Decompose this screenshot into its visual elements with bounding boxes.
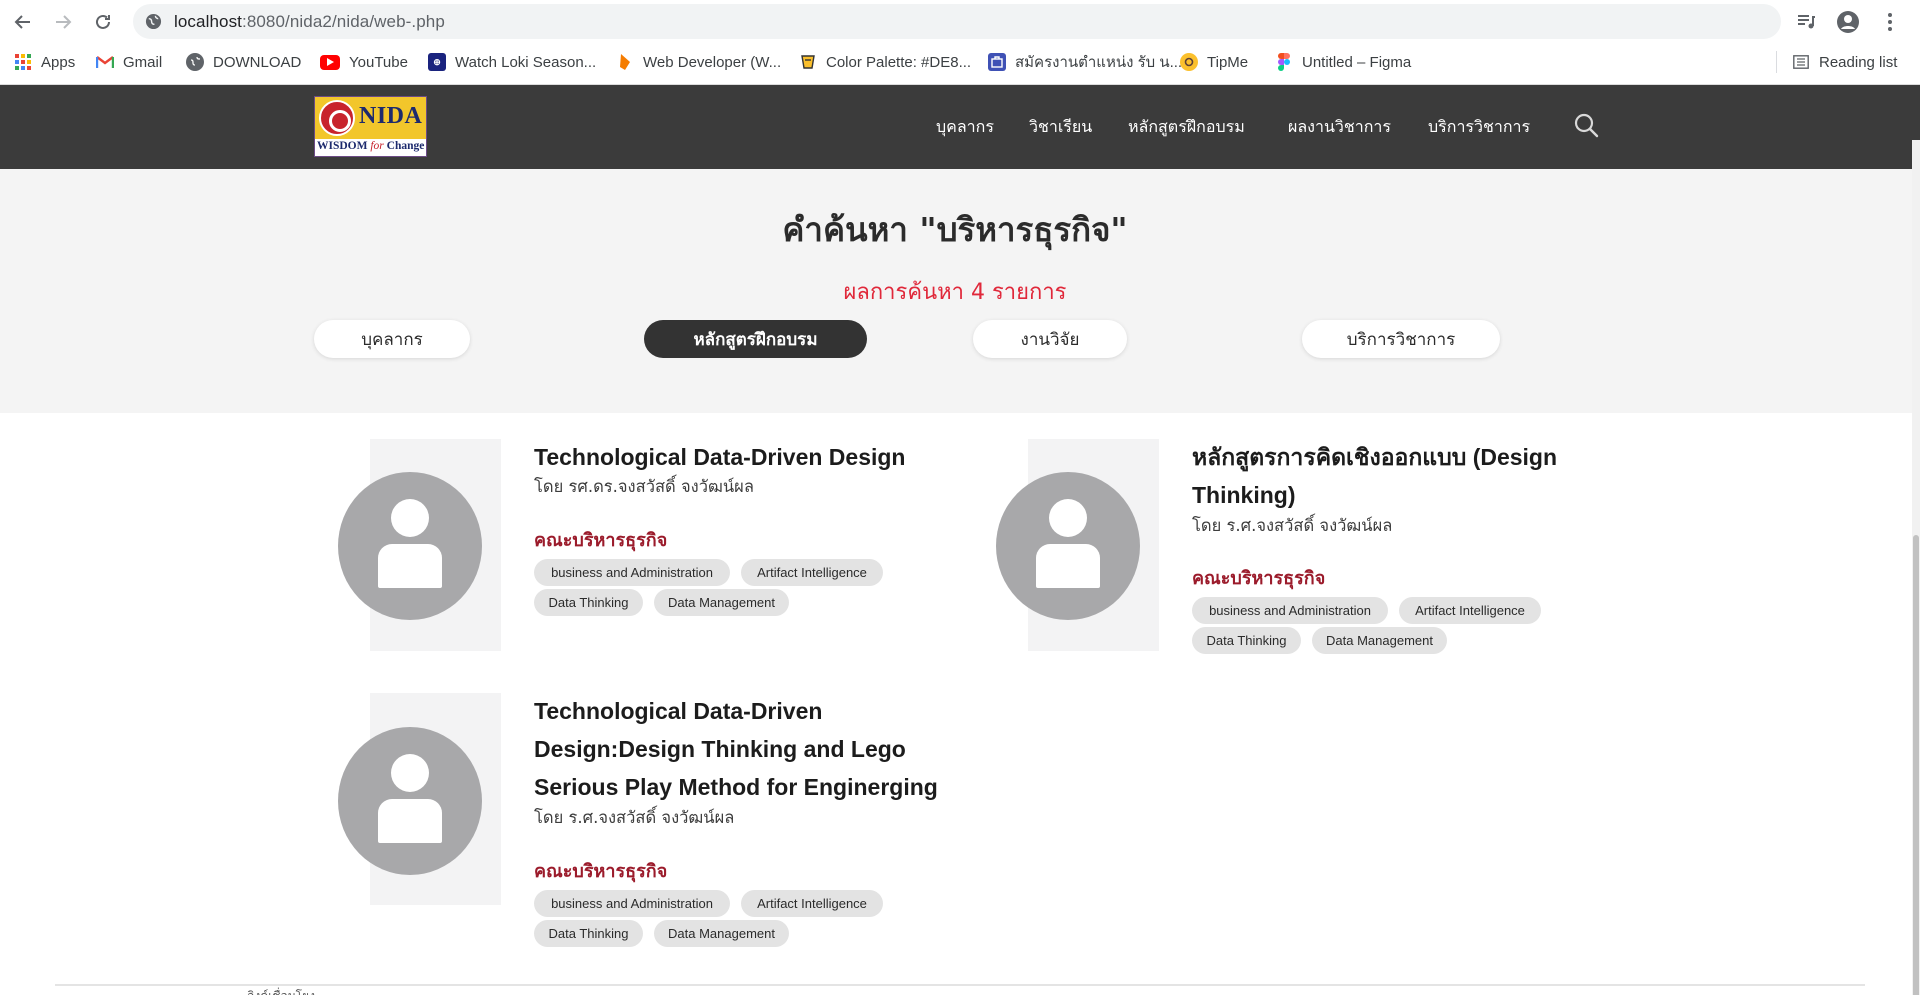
- reading-list-button[interactable]: Reading list: [1792, 50, 1897, 74]
- forward-arrow-icon[interactable]: [49, 8, 77, 36]
- tab-academic-services[interactable]: บริการวิชาการ: [1302, 320, 1500, 358]
- page-title: คำค้นหา "บริหารธุรกิจ": [782, 210, 1128, 249]
- bookmark-label: TipMe: [1207, 53, 1249, 71]
- tag-chip[interactable]: Data Thinking: [1192, 627, 1301, 654]
- site-favicon-icon: ⊕: [428, 53, 446, 71]
- tag-chip[interactable]: business and Administration: [534, 890, 730, 917]
- bookmark-gmail[interactable]: Gmail: [96, 50, 162, 74]
- url-host: localhost: [174, 12, 242, 31]
- bookmark-web-developer[interactable]: Web Developer (W...: [616, 50, 781, 74]
- bookmark-label: Untitled – Figma: [1302, 53, 1412, 71]
- reload-icon[interactable]: [89, 8, 117, 36]
- tab-research[interactable]: งานวิจัย: [973, 320, 1127, 358]
- bookmark-label: Watch Loki Season...: [455, 53, 597, 71]
- tipme-icon: [1180, 53, 1198, 71]
- bookmark-label: DOWNLOAD: [213, 53, 302, 71]
- bookmark-loki[interactable]: ⊕ Watch Loki Season...: [428, 50, 596, 74]
- reading-list-label: Reading list: [1819, 53, 1898, 71]
- tab-training-courses[interactable]: หลักสูตรฝึกอบรม: [644, 320, 867, 358]
- apps-grid-icon: [14, 53, 32, 71]
- footer-heading: ลิงค์เชื่อมโยง: [247, 987, 315, 995]
- url-text: localhost:8080/nida2/nida/web-.php: [174, 12, 445, 32]
- address-bar[interactable]: localhost:8080/nida2/nida/web-.php: [133, 4, 1781, 39]
- site-info-icon[interactable]: [145, 13, 162, 30]
- nav-item-courses[interactable]: วิชาเรียน: [1029, 115, 1092, 140]
- user-avatar-icon: [996, 472, 1140, 620]
- bookmark-youtube[interactable]: YouTube: [320, 50, 408, 74]
- tag-chip[interactable]: Data Thinking: [534, 920, 643, 947]
- bookmark-figma[interactable]: Untitled – Figma: [1275, 50, 1411, 74]
- footer-preview: ลิงค์เชื่อมโยง: [55, 984, 1865, 995]
- nav-item-personnel[interactable]: บุคลากร: [936, 115, 994, 140]
- tag-chip[interactable]: Artifact Intelligence: [741, 890, 883, 917]
- card-author: โดย รศ.ดร.จงสวัสดิ์ จงวัฒน์ผล: [534, 477, 754, 496]
- card-title[interactable]: หลักสูตรการคิดเชิงออกแบบ (Design Thinkin…: [1192, 438, 1592, 514]
- nav-item-academic-works[interactable]: ผลงานวิชาการ: [1288, 115, 1391, 140]
- page-scrollbar[interactable]: [1912, 140, 1920, 995]
- bookmark-color-palette[interactable]: Color Palette: #DE8...: [799, 50, 971, 74]
- globe-icon: [186, 53, 204, 71]
- bookmark-job[interactable]: สมัครงานตำแหน่ง รับ น...: [988, 50, 1182, 74]
- card-faculty: คณะบริหารธุรกิจ: [534, 530, 668, 551]
- user-avatar-icon: [338, 727, 482, 875]
- browser-chrome: localhost:8080/nida2/nida/web-.php Apps: [0, 0, 1920, 85]
- media-control-icon[interactable]: [1792, 8, 1820, 36]
- search-icon[interactable]: [1573, 112, 1599, 138]
- bookmarks-bar: Apps Gmail DOWNLOAD YouTube ⊕ Watch Loki…: [0, 47, 1920, 77]
- site-favicon-icon: [616, 53, 634, 71]
- nida-logo[interactable]: NIDA WISDOM for Change: [314, 96, 427, 157]
- bookmark-label: Gmail: [123, 53, 163, 71]
- tab-personnel[interactable]: บุคลากร: [314, 320, 470, 358]
- tag-chip[interactable]: business and Administration: [1192, 597, 1388, 624]
- tag-chip[interactable]: Artifact Intelligence: [741, 559, 883, 586]
- bookmark-label: YouTube: [349, 53, 408, 71]
- result-count: ผลการค้นหา 4 รายการ: [843, 280, 1067, 305]
- bookmark-label: Color Palette: #DE8...: [826, 53, 972, 71]
- reading-list-icon: [1792, 53, 1810, 71]
- tag-chip[interactable]: Data Management: [654, 589, 789, 616]
- scrollbar-thumb[interactable]: [1913, 535, 1919, 995]
- logo-seal-icon: [319, 100, 355, 136]
- bookmark-label: Web Developer (W...: [643, 53, 782, 71]
- gmail-icon: [96, 53, 114, 71]
- bookmark-label: Apps: [41, 53, 76, 71]
- card-author: โดย ร.ศ.จงสวัสดิ์ จงวัฒน์ผล: [534, 808, 735, 827]
- bookmarks-divider: [1776, 51, 1777, 73]
- user-avatar-icon: [338, 472, 482, 620]
- bookmark-download[interactable]: DOWNLOAD: [186, 50, 301, 74]
- bookmark-apps[interactable]: Apps: [14, 50, 75, 74]
- site-favicon-icon: [799, 53, 817, 71]
- card-title[interactable]: Technological Data-Driven Design:Design …: [534, 692, 954, 806]
- tag-chip[interactable]: Artifact Intelligence: [1399, 597, 1541, 624]
- youtube-icon: [320, 54, 340, 70]
- tag-chip[interactable]: Data Management: [654, 920, 789, 947]
- site-favicon-icon: [988, 53, 1006, 71]
- bookmark-tipme[interactable]: TipMe: [1180, 50, 1248, 74]
- figma-icon: [1275, 53, 1293, 71]
- logo-tagline: WISDOM for Change: [317, 140, 424, 152]
- profile-avatar-icon[interactable]: [1834, 8, 1862, 36]
- url-path: :8080/nida2/nida/web-.php: [242, 12, 445, 31]
- card-faculty: คณะบริหารธุรกิจ: [1192, 568, 1326, 589]
- tag-chip[interactable]: Data Thinking: [534, 589, 643, 616]
- logo-name: NIDA: [359, 103, 423, 129]
- card-title[interactable]: Technological Data-Driven Design: [534, 438, 954, 476]
- back-arrow-icon[interactable]: [9, 8, 37, 36]
- tag-chip[interactable]: business and Administration: [534, 559, 730, 586]
- card-faculty: คณะบริหารธุรกิจ: [534, 861, 668, 882]
- nav-item-academic-services[interactable]: บริการวิชาการ: [1428, 115, 1530, 140]
- tag-chip[interactable]: Data Management: [1312, 627, 1447, 654]
- kebab-menu-icon[interactable]: [1876, 8, 1904, 36]
- logo-tagline-part: Change: [383, 140, 425, 152]
- card-author: โดย ร.ศ.จงสวัสดิ์ จงวัฒน์ผล: [1192, 516, 1393, 535]
- logo-tagline-part: WISDOM: [317, 140, 371, 152]
- nav-item-training[interactable]: หลักสูตรฝึกอบรม: [1128, 115, 1245, 140]
- bookmark-label: สมัครงานตำแหน่ง รับ น...: [1015, 54, 1183, 71]
- logo-tagline-part: for: [370, 140, 384, 152]
